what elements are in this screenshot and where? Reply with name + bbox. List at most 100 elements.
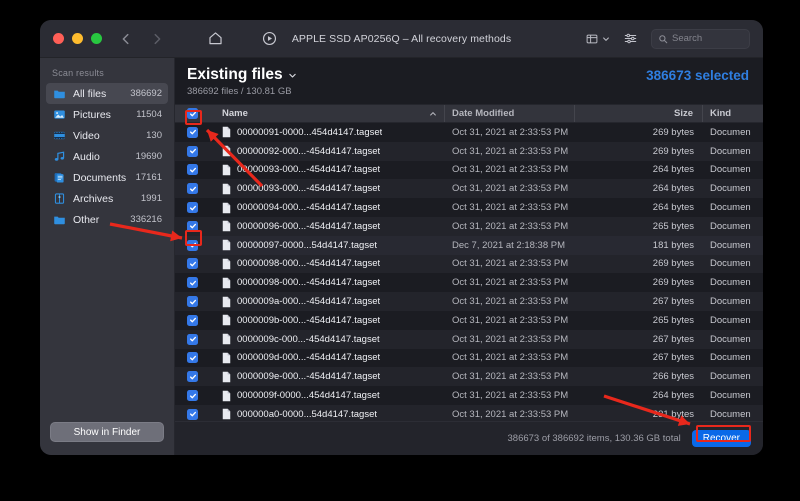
file-icon	[222, 277, 231, 289]
table-header-row: Name Date Modified Size Kind	[175, 104, 763, 123]
row-checkbox[interactable]	[175, 349, 210, 368]
navigation-buttons	[119, 30, 278, 47]
table-row[interactable]: 00000093-000...-454d4147.tagset Oct 31, 2…	[175, 160, 763, 180]
table-row[interactable]: 0000009b-000...-454d4147.tagset Oct 31, 2…	[175, 310, 763, 330]
table-row[interactable]: 0000009c-000...-454d4147.tagset Oct 31, 2…	[175, 329, 763, 349]
table-body[interactable]: 00000091-0000...454d4147.tagset Oct 31, 2…	[175, 123, 763, 421]
file-name: 0000009d-000...-454d4147.tagset	[237, 352, 381, 364]
row-checkbox[interactable]	[175, 198, 210, 217]
row-checkbox[interactable]	[175, 311, 210, 330]
table-row[interactable]: 0000009a-000...-454d4147.tagset Oct 31, 2…	[175, 292, 763, 311]
row-checkbox[interactable]	[175, 123, 210, 142]
cell-date-modified: Oct 31, 2021 at 2:33:53 PM	[452, 183, 569, 195]
checkbox-checked-icon	[187, 371, 198, 383]
cell-kind: Documen	[710, 408, 751, 420]
select-all-checkbox[interactable]	[175, 105, 210, 122]
screen: APPLE SSD AP0256Q – All recovery methods…	[0, 0, 800, 501]
cell-date-modified: Oct 31, 2021 at 2:33:53 PM	[452, 164, 569, 176]
main-header-left: Existing files 386692 files / 130.81 GB	[187, 66, 297, 97]
column-header-size[interactable]: Size	[575, 105, 703, 122]
row-checkbox[interactable]	[175, 386, 210, 405]
sidebar-item-count: 17161	[135, 172, 162, 183]
checkbox-checked-icon	[187, 164, 198, 176]
cell-kind: Documen	[710, 371, 751, 383]
sidebar-item-count: 11504	[136, 109, 162, 120]
recover-button[interactable]: Recover	[691, 430, 751, 447]
check-icon	[189, 318, 196, 323]
archive-icon	[54, 193, 65, 204]
check-icon	[189, 412, 196, 417]
row-checkbox[interactable]	[175, 217, 210, 236]
table-row[interactable]: 00000096-000...-454d4147.tagset Oct 31, 2…	[175, 216, 763, 236]
column-header-date-modified[interactable]: Date Modified	[445, 105, 575, 122]
column-header-name[interactable]: Name	[210, 105, 445, 122]
table-row[interactable]: 0000009e-000...-454d4147.tagset Oct 31, 2…	[175, 367, 763, 387]
checkbox-checked-icon	[187, 108, 198, 119]
cell-name: 00000094-000...-454d4147.tagset	[210, 198, 445, 217]
cell-name: 0000009e-000...-454d4147.tagset	[210, 367, 445, 386]
file-name: 0000009b-000...-454d4147.tagset	[237, 314, 381, 326]
files-table: Name Date Modified Size Kind 00000091-00…	[175, 104, 763, 421]
sidebar-list: All files 386692 Pictures 11504 Video 130 Audi…	[40, 83, 174, 230]
table-row[interactable]: 0000009f-0000...454d4147.tagset Oct 31, 2…	[175, 386, 763, 405]
row-checkbox[interactable]	[175, 236, 210, 255]
row-checkbox[interactable]	[175, 292, 210, 311]
sidebar-item-archives[interactable]: Archives 1991	[46, 188, 168, 209]
row-checkbox[interactable]	[175, 330, 210, 349]
sidebar-footer: Show in Finder	[40, 422, 174, 455]
cell-date-modified: Oct 31, 2021 at 2:33:53 PM	[452, 333, 569, 345]
checkbox-checked-icon	[187, 220, 198, 232]
row-checkbox[interactable]	[175, 273, 210, 292]
row-checkbox[interactable]	[175, 179, 210, 198]
sidebar-item-other[interactable]: Other 336216	[46, 209, 168, 230]
sidebar-item-all-files[interactable]: All files 386692	[46, 83, 168, 104]
sidebar: Scan results All files 386692 Pictures 1150…	[40, 58, 175, 455]
row-checkbox[interactable]	[175, 405, 210, 421]
table-row[interactable]: 00000092-000...-454d4147.tagset Oct 31, 2…	[175, 141, 763, 161]
table-row[interactable]: 00000097-0000...54d4147.tagset Dec 7, 202…	[175, 235, 763, 255]
file-icon	[222, 258, 231, 270]
forward-button[interactable]	[150, 32, 164, 46]
view-mode-button[interactable]	[585, 32, 610, 46]
table-row[interactable]: 00000094-000...-454d4147.tagset Oct 31, 2…	[175, 198, 763, 217]
row-checkbox[interactable]	[175, 142, 210, 161]
main-panel: Existing files 386692 files / 130.81 GB …	[175, 58, 763, 455]
sidebar-item-audio[interactable]: Audio 19690	[46, 146, 168, 167]
sidebar-item-video[interactable]: Video 130	[46, 125, 168, 146]
file-name: 00000096-000...-454d4147.tagset	[237, 220, 381, 232]
sidebar-item-count: 336216	[130, 214, 162, 225]
minimize-button[interactable]	[72, 33, 83, 44]
title-bar: APPLE SSD AP0256Q – All recovery methods…	[40, 20, 763, 58]
home-button[interactable]	[207, 30, 224, 47]
file-name: 00000093-000...-454d4147.tagset	[237, 183, 381, 195]
close-button[interactable]	[53, 33, 64, 44]
table-row[interactable]: 0000009d-000...-454d4147.tagset Oct 31, 2…	[175, 348, 763, 368]
settings-button[interactable]	[623, 31, 638, 46]
column-header-kind-label: Kind	[710, 108, 732, 119]
files-filter-dropdown[interactable]: Existing files	[187, 66, 297, 84]
back-button[interactable]	[119, 32, 133, 46]
row-checkbox[interactable]	[175, 255, 210, 274]
table-row[interactable]: 00000098-000...-454d4147.tagset Oct 31, 2…	[175, 273, 763, 293]
cell-name: 00000093-000...-454d4147.tagset	[210, 179, 445, 198]
cell-name: 0000009f-0000...454d4147.tagset	[210, 386, 445, 405]
cell-date-modified: Oct 31, 2021 at 2:33:53 PM	[452, 258, 569, 270]
sidebar-item-documents[interactable]: Documents 17161	[46, 167, 168, 188]
table-row[interactable]: 000000a0-0000...54d4147.tagset Oct 31, 20…	[175, 404, 763, 421]
scan-button[interactable]	[261, 30, 278, 47]
table-row[interactable]: 00000093-000...-454d4147.tagset Oct 31, 2…	[175, 179, 763, 199]
cell-name: 0000009c-000...-454d4147.tagset	[210, 330, 445, 349]
column-header-kind[interactable]: Kind	[703, 105, 763, 122]
cell-size: 269 bytes	[652, 126, 694, 138]
zoom-button[interactable]	[91, 33, 102, 44]
cell-kind: Documen	[710, 164, 751, 176]
table-row[interactable]: 00000098-000...-454d4147.tagset Oct 31, 2…	[175, 254, 763, 274]
cell-size: 269 bytes	[652, 277, 694, 289]
row-checkbox[interactable]	[175, 161, 210, 180]
table-row[interactable]: 00000091-0000...454d4147.tagset Oct 31, 2…	[175, 123, 763, 142]
row-checkbox[interactable]	[175, 367, 210, 386]
search-input[interactable]: Search	[651, 28, 750, 49]
sidebar-item-pictures[interactable]: Pictures 11504	[46, 104, 168, 125]
show-in-finder-button[interactable]: Show in Finder	[50, 422, 164, 442]
file-icon	[222, 352, 231, 364]
